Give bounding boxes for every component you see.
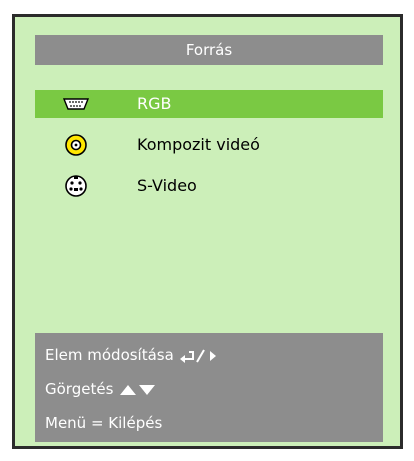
source-item-rgb[interactable]: RGB xyxy=(35,90,383,118)
osd-panel: Forrás RGB Kompozit videó S-Video Elem m… xyxy=(12,14,403,449)
menu-title: Forrás xyxy=(35,35,383,65)
source-item-label: Kompozit videó xyxy=(137,135,260,154)
hint-scroll: Görgetés xyxy=(45,379,158,399)
svideo-connector-icon xyxy=(63,174,89,198)
enter-right-icon xyxy=(179,348,216,363)
composite-rca-icon xyxy=(63,133,89,157)
source-item-composite[interactable]: Kompozit videó xyxy=(35,131,383,159)
source-item-label: S-Video xyxy=(137,176,197,195)
source-list: RGB Kompozit videó S-Video xyxy=(35,90,383,213)
hint-scroll-label: Görgetés xyxy=(45,380,114,398)
hint-modify-label: Elem módosítása xyxy=(45,346,174,364)
source-item-label: RGB xyxy=(137,94,172,113)
vga-connector-icon xyxy=(62,92,90,116)
hint-modify: Elem módosítása xyxy=(45,345,223,365)
help-footer: Elem módosítása Görgetés Menü = Kilépés xyxy=(35,333,383,442)
source-item-svideo[interactable]: S-Video xyxy=(35,172,383,200)
up-down-arrows-icon xyxy=(120,384,156,395)
hint-exit: Menü = Kilépés xyxy=(45,414,163,432)
